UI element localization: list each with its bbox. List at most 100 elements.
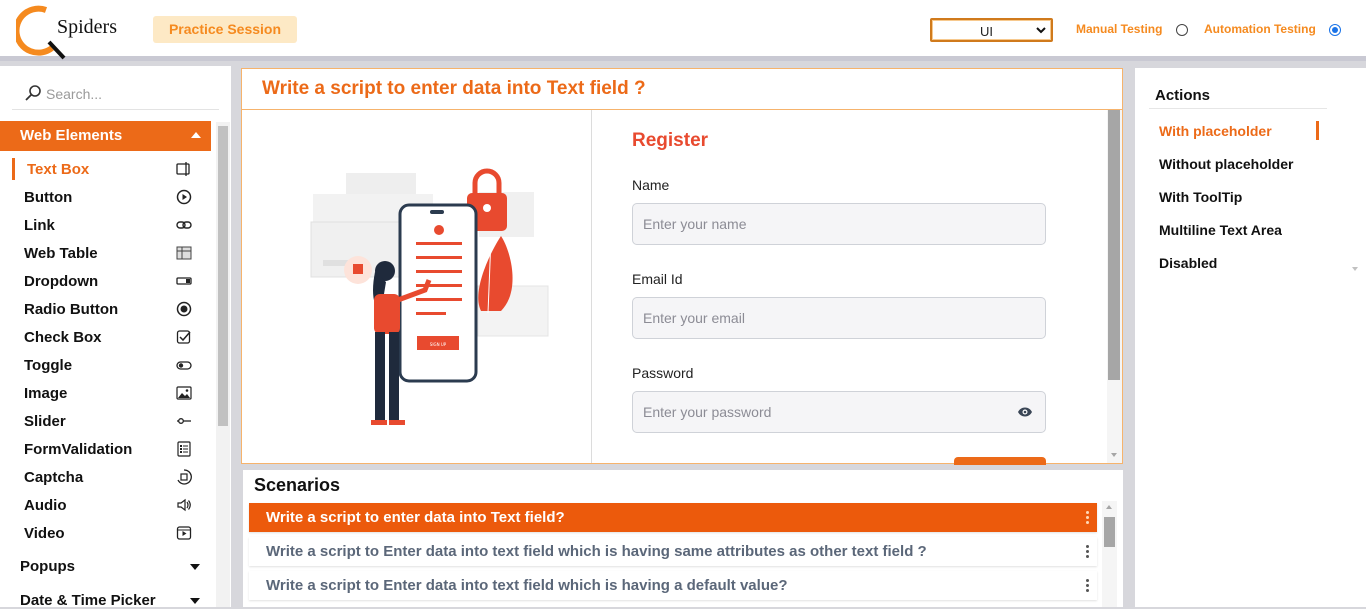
- sidebar-item-dropdown[interactable]: Dropdown: [12, 270, 202, 292]
- sidebar-item-formvalidation[interactable]: FormValidation: [12, 438, 202, 460]
- sidebar-item-text-box[interactable]: Text Box: [12, 158, 202, 180]
- sidebar-item-label: Web Table: [24, 245, 98, 262]
- svg-text:Spiders: Spiders: [57, 16, 117, 38]
- register-illustration: SIGN UP: [310, 168, 549, 425]
- scenario-text: Write a script to enter data into Text f…: [266, 509, 565, 526]
- search-box[interactable]: Search...: [12, 80, 219, 110]
- sidebar-item-check-box[interactable]: Check Box: [12, 326, 202, 348]
- register-heading: Register: [632, 130, 709, 151]
- section-web-elements[interactable]: Web Elements: [0, 121, 211, 151]
- scenario-text: Write a script to Enter data into text f…: [266, 543, 927, 560]
- email-field[interactable]: Enter your email: [632, 297, 1046, 339]
- sidebar-item-video[interactable]: Video: [12, 522, 202, 544]
- sidebar-item-label: Audio: [24, 497, 67, 514]
- password-field[interactable]: Enter your password: [632, 391, 1046, 433]
- slider-icon: [177, 418, 191, 424]
- content-divider: [591, 110, 592, 463]
- expand-triangle-icon[interactable]: [190, 564, 200, 570]
- sidebar-item-label: Radio Button: [24, 301, 119, 318]
- select-value: UI: [980, 24, 993, 39]
- sidebar-item-label: Link: [24, 217, 55, 234]
- sidebar-item-label: Toggle: [24, 357, 73, 374]
- page-title: Write a script to enter data into Text f…: [262, 78, 646, 99]
- sidebar-item-label: Captcha: [24, 469, 84, 486]
- sidebar-item-slider[interactable]: Slider: [12, 410, 202, 432]
- more-vertical-icon[interactable]: [1086, 579, 1089, 592]
- action-without-placeholder[interactable]: Without placeholder: [1159, 156, 1293, 172]
- sidebar-item-captcha[interactable]: Captcha: [12, 466, 202, 488]
- sidebar-item-label: Video: [24, 525, 65, 542]
- more-vertical-icon[interactable]: [1086, 511, 1089, 524]
- automation-testing-label: Automation Testing: [1204, 22, 1316, 36]
- link-icon: [176, 221, 192, 229]
- scroll-down-arrow-icon[interactable]: [1352, 267, 1358, 271]
- search-icon: [25, 85, 41, 101]
- password-label: Password: [632, 365, 694, 381]
- practice-session-badge[interactable]: Practice Session: [153, 16, 297, 43]
- action-multiline-text-area[interactable]: Multiline Text Area: [1159, 222, 1282, 238]
- register-submit-button[interactable]: [954, 457, 1046, 465]
- scrollbar-thumb[interactable]: [218, 126, 228, 426]
- sidebar-item-link[interactable]: Link: [12, 214, 202, 236]
- active-indicator: [1316, 121, 1319, 140]
- category-select[interactable]: UI: [930, 18, 1053, 42]
- scenario-item[interactable]: Write a script to Enter data into text f…: [249, 537, 1097, 566]
- scenarios-panel: Scenarios Write a script to enter data i…: [243, 470, 1123, 607]
- scenarios-scrollbar[interactable]: [1102, 501, 1117, 607]
- chevron-down-icon: [1036, 27, 1046, 34]
- sidebar-item-image[interactable]: Image: [12, 382, 202, 404]
- sidebar-item-label: FormValidation: [24, 441, 133, 458]
- automation-testing-radio[interactable]: [1329, 24, 1341, 36]
- actions-divider: [1149, 108, 1327, 109]
- manual-testing-radio[interactable]: [1176, 24, 1188, 36]
- scroll-down-arrow-icon[interactable]: [1111, 453, 1117, 457]
- section-date-time-picker[interactable]: Date & Time Picker: [20, 592, 156, 609]
- sidebar-item-radio-button[interactable]: Radio Button: [12, 298, 202, 320]
- top-header: Spiders Practice Session UI Manual Testi…: [0, 0, 1366, 61]
- manual-testing-label: Manual Testing: [1076, 22, 1163, 36]
- image-icon: [176, 386, 192, 400]
- video-icon: [176, 526, 192, 540]
- play-circle-icon: [176, 189, 192, 205]
- sidebar-item-web-table[interactable]: Web Table: [12, 242, 202, 264]
- scrollbar-thumb[interactable]: [1104, 517, 1115, 547]
- eye-icon[interactable]: [1017, 406, 1033, 418]
- scenario-item[interactable]: Write a script to enter data into Text f…: [249, 503, 1097, 532]
- audio-icon: [177, 498, 191, 512]
- sidebar-item-audio[interactable]: Audio: [12, 494, 202, 516]
- sidebar-item-toggle[interactable]: Toggle: [12, 354, 202, 376]
- sidebar-item-label: Text Box: [27, 161, 90, 178]
- action-with-tooltip[interactable]: With ToolTip: [1159, 189, 1242, 205]
- sidebar: Search... Web Elements Text Box Button Lin…: [0, 66, 231, 609]
- form-icon: [177, 441, 191, 457]
- scrollbar-thumb[interactable]: [1108, 110, 1120, 380]
- qspiders-logo[interactable]: Spiders: [16, 4, 126, 60]
- table-icon: [176, 246, 192, 260]
- scenario-item[interactable]: Write a script to Enter data into text f…: [249, 571, 1097, 600]
- toggle-icon: [176, 361, 192, 370]
- exercise-panel: Write a script to enter data into Text f…: [241, 68, 1123, 465]
- section-title: Web Elements: [20, 127, 123, 144]
- password-placeholder: Enter your password: [643, 404, 772, 420]
- section-popups[interactable]: Popups: [20, 558, 75, 575]
- more-vertical-icon[interactable]: [1086, 545, 1089, 558]
- sidebar-item-label: Dropdown: [24, 273, 99, 290]
- expand-triangle-icon[interactable]: [190, 598, 200, 604]
- scroll-up-arrow-icon[interactable]: [1106, 505, 1112, 509]
- checkbox-icon: [176, 330, 191, 344]
- sidebar-item-button[interactable]: Button: [12, 186, 202, 208]
- scenario-text: Write a script to Enter data into text f…: [266, 577, 788, 594]
- svg-text:SIGN UP: SIGN UP: [430, 342, 447, 347]
- actions-title: Actions: [1155, 87, 1211, 104]
- search-input[interactable]: Search...: [46, 86, 102, 102]
- name-label: Name: [632, 177, 670, 193]
- captcha-icon: [177, 469, 192, 485]
- action-with-placeholder[interactable]: With placeholder: [1159, 123, 1272, 139]
- email-label: Email Id: [632, 271, 683, 287]
- radio-icon: [176, 301, 192, 317]
- panel-scrollbar[interactable]: [1107, 110, 1122, 463]
- name-field[interactable]: Enter your name: [632, 203, 1046, 245]
- sidebar-scrollbar[interactable]: [216, 122, 230, 607]
- dropdown-icon: [176, 277, 192, 285]
- action-disabled[interactable]: Disabled: [1159, 255, 1217, 271]
